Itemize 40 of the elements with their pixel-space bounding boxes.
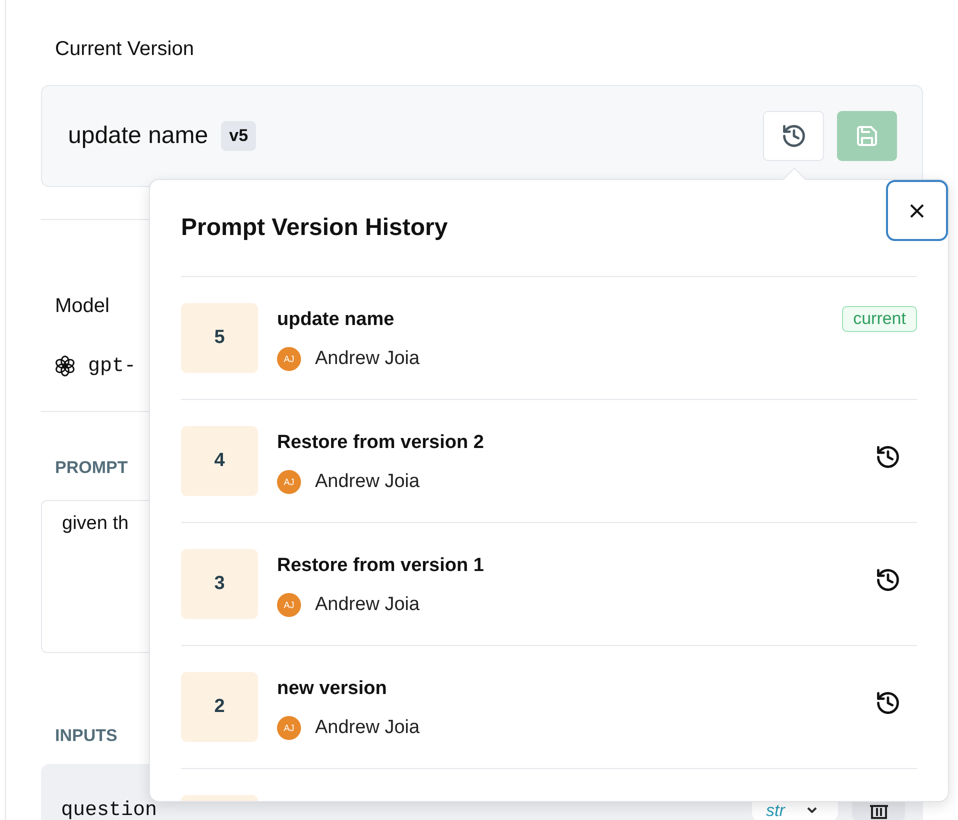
input-name: question [61,803,158,819]
model-name: gpt- [88,354,136,378]
version-title: update name [277,309,396,331]
version-number: 5 [181,303,258,373]
restore-button[interactable] [875,567,901,593]
avatar: AJ [277,593,301,617]
trash-icon [870,805,888,819]
history-button[interactable] [763,111,824,161]
version-tag: v5 [221,121,256,151]
restore-button[interactable] [875,444,901,470]
close-icon [909,202,925,218]
version-title: Restore from version 2 [277,432,485,454]
avatar: AJ [277,716,301,740]
save-icon [855,124,879,148]
avatar: AJ [277,470,301,494]
author-name: Andrew Joia [315,594,420,616]
history-icon [875,690,901,716]
avatar: AJ [277,347,301,371]
version-number: 2 [181,672,258,742]
version-title: new version [277,678,388,700]
history-icon [875,567,901,593]
version-title: Restore from version 1 [277,555,485,577]
author-name: Andrew Joia [315,471,420,493]
author-name: Andrew Joia [315,717,420,739]
close-button[interactable] [886,180,948,241]
version-number: 3 [181,549,258,619]
version-name: update name [68,122,208,150]
inputs-label: INPUTS [55,726,118,746]
history-icon [780,123,806,149]
chevron-icon [806,807,817,813]
logo-icon [54,355,76,377]
section-heading: Current Version [55,38,194,62]
popover-title: Prompt Version History [181,214,449,243]
status-badge: current [842,306,917,332]
author-name: Andrew Joia [315,348,420,370]
prompt-label: PROMPT [55,458,128,478]
restore-button[interactable] [875,690,901,716]
model-label: Model [55,295,110,319]
history-icon [875,444,901,470]
version-number: 4 [181,426,258,496]
